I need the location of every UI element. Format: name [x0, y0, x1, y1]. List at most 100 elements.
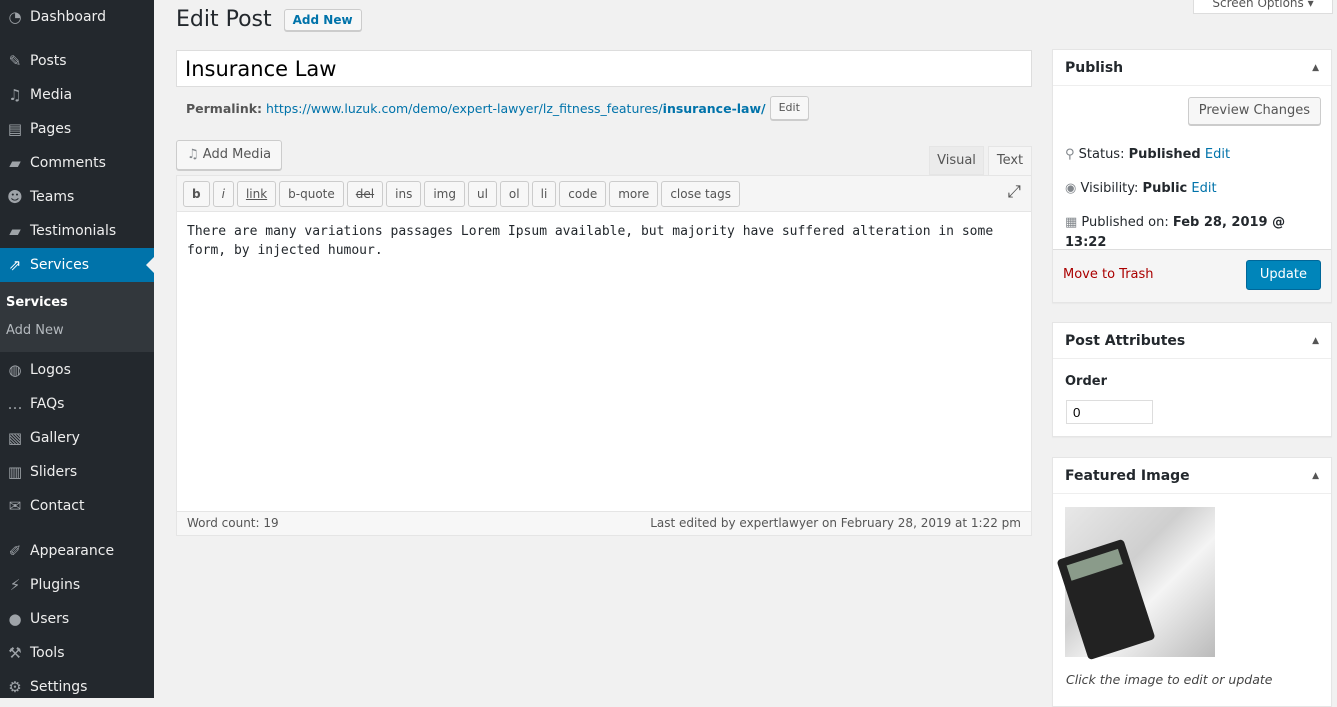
- sidebar-item-media[interactable]: ♫ Media: [0, 78, 154, 112]
- quicktags-toolbar: b i link b-quote del ins img ul ol li code more clos…: [177, 176, 1031, 212]
- screen-options-button[interactable]: Screen Options ▾: [1193, 0, 1333, 14]
- add-new-button[interactable]: Add New: [283, 8, 362, 31]
- visibility-value: Public: [1142, 181, 1188, 196]
- services-submenu: Services Add New: [0, 282, 154, 352]
- sidebar-item-label: Testimonials: [30, 223, 117, 239]
- plugin-icon: ⚡: [9, 576, 21, 594]
- media-icon: ♫: [187, 147, 203, 162]
- sidebar-item-logos[interactable]: ◍ Logos: [0, 353, 154, 387]
- share-icon: ⇗: [8, 256, 22, 274]
- update-button[interactable]: Update: [1245, 260, 1321, 290]
- publish-box: Publish ▲ Preview Changes ⚲ Status: Publi…: [1052, 49, 1332, 303]
- sidebar-item-comments[interactable]: ▰ Comments: [0, 146, 154, 180]
- sidebar-item-label: Pages: [30, 121, 72, 137]
- permalink-edit-button[interactable]: Edit: [769, 96, 809, 120]
- tab-visual[interactable]: Visual: [929, 146, 984, 175]
- permalink-base[interactable]: https://www.luzuk.com/demo/expert-lawyer…: [266, 101, 663, 116]
- quicktag-more[interactable]: more: [609, 181, 659, 207]
- quicktag-i[interactable]: i: [212, 181, 234, 207]
- globe-icon: ◍: [8, 361, 22, 379]
- quicktag-b-quote[interactable]: b-quote: [279, 181, 344, 207]
- quicktag-ol[interactable]: ol: [499, 181, 529, 207]
- fullscreen-icon[interactable]: ⤢: [1007, 182, 1021, 202]
- pin-icon: ⚲: [1065, 147, 1079, 162]
- quicktag-ins[interactable]: ins: [386, 181, 422, 207]
- sidebar-item-services[interactable]: ⇗ Services: [0, 248, 154, 282]
- quicktag-b[interactable]: b: [183, 181, 210, 207]
- sidebar-item-faqs[interactable]: … FAQs: [0, 387, 154, 421]
- sidebar-item-dashboard[interactable]: ◔ Dashboard: [0, 0, 154, 34]
- permalink-label: Permalink:: [186, 100, 263, 116]
- pin-icon: ✎: [8, 52, 22, 70]
- sidebar-item-label: Teams: [30, 189, 75, 205]
- quicktag-link[interactable]: link: [236, 181, 277, 207]
- sidebar-item-label: Services: [30, 257, 90, 273]
- featured-image-box: Featured Image ▲ Click the image to edit …: [1052, 457, 1332, 707]
- calendar-icon: ▦: [1065, 215, 1082, 230]
- editor: b i link b-quote del ins img ul ol li code more clos…: [176, 175, 1032, 536]
- gallery-icon: ▧: [7, 429, 23, 447]
- sidebar-item-teams[interactable]: ☻ Teams: [0, 180, 154, 214]
- slides-icon: ▥: [7, 463, 23, 481]
- visibility-label: Visibility:: [1080, 181, 1139, 196]
- order-input[interactable]: [1066, 400, 1153, 424]
- published-label: Published on:: [1081, 215, 1169, 230]
- groups-icon: ☻: [7, 188, 23, 206]
- edit-status-link[interactable]: Edit: [1205, 147, 1230, 162]
- toggle-icon[interactable]: ▲: [1312, 50, 1319, 86]
- wrench-icon: ⚒: [8, 644, 22, 662]
- quicktag-img[interactable]: img: [424, 181, 465, 207]
- title-input[interactable]: [176, 50, 1032, 87]
- sidebar-item-plugins[interactable]: ⚡ Plugins: [0, 568, 154, 602]
- featured-image[interactable]: [1056, 507, 1215, 661]
- sidebar-item-label: Users: [30, 611, 70, 627]
- permalink: Permalink: https://www.luzuk.com/demo/ex…: [186, 96, 809, 120]
- permalink-slug[interactable]: insurance-law/: [663, 101, 766, 116]
- word-count: Word count: 19: [187, 516, 279, 530]
- featured-title: Featured Image: [1065, 468, 1190, 484]
- toggle-icon[interactable]: ▲: [1312, 323, 1319, 359]
- move-to-trash-link[interactable]: Move to Trash: [1063, 267, 1154, 282]
- content-textarea[interactable]: There are many variations passages Lorem…: [177, 212, 1007, 512]
- sidebar-item-gallery[interactable]: ▧ Gallery: [0, 421, 154, 455]
- featured-caption: Click the image to edit or update: [1066, 672, 1273, 687]
- brush-icon: ✐: [8, 542, 22, 560]
- submenu-services[interactable]: Services: [0, 289, 154, 317]
- sidebar-item-users[interactable]: ● Users: [0, 602, 154, 636]
- dashboard-icon: ◔: [8, 8, 22, 26]
- calculator-image: [1056, 538, 1156, 661]
- quicktag-del[interactable]: del: [346, 181, 384, 207]
- add-media-button[interactable]: ♫ Add Media: [176, 140, 283, 170]
- quicktag-li[interactable]: li: [531, 181, 557, 207]
- sidebar-item-settings[interactable]: ⚙ Settings: [0, 670, 154, 704]
- status-value: Published: [1128, 147, 1201, 162]
- settings-icon: ⚙: [8, 678, 22, 696]
- sidebar-item-label: Settings: [30, 679, 88, 695]
- sidebar-item-label: Tools: [30, 645, 65, 661]
- sidebar-item-tools[interactable]: ⚒ Tools: [0, 636, 154, 670]
- sidebar-item-appearance[interactable]: ✐ Appearance: [0, 534, 154, 568]
- quicktag-ul[interactable]: ul: [467, 181, 497, 207]
- submenu-add-new[interactable]: Add New: [0, 317, 154, 345]
- attributes-title: Post Attributes: [1065, 333, 1186, 349]
- permalink-link[interactable]: https://www.luzuk.com/demo/expert-lawyer…: [266, 101, 766, 116]
- testimonial-icon: ▰: [9, 222, 21, 240]
- sidebar-item-label: Contact: [30, 498, 85, 514]
- sidebar-item-pages[interactable]: ▤ Pages: [0, 112, 154, 146]
- tab-text[interactable]: Text: [988, 146, 1032, 176]
- post-attributes-box: Post Attributes ▲ Order: [1052, 322, 1332, 437]
- quicktag-close-tags[interactable]: close tags: [661, 181, 740, 207]
- toggle-icon[interactable]: ▲: [1312, 458, 1319, 494]
- preview-button[interactable]: Preview Changes: [1187, 97, 1321, 125]
- sidebar-item-label: Comments: [30, 155, 106, 171]
- sidebar-item-contact[interactable]: ✉ Contact: [0, 489, 154, 523]
- sidebar-item-sliders[interactable]: ▥ Sliders: [0, 455, 154, 489]
- edit-visibility-link[interactable]: Edit: [1191, 181, 1216, 196]
- media-icon: ♫: [8, 86, 22, 104]
- sidebar-item-testimonials[interactable]: ▰ Testimonials: [0, 214, 154, 248]
- quicktag-code[interactable]: code: [559, 181, 607, 207]
- pages-icon: ▤: [7, 120, 23, 138]
- status-label: Status:: [1078, 147, 1125, 162]
- comment-icon: ▰: [9, 154, 21, 172]
- sidebar-item-posts[interactable]: ✎ Posts: [0, 44, 154, 78]
